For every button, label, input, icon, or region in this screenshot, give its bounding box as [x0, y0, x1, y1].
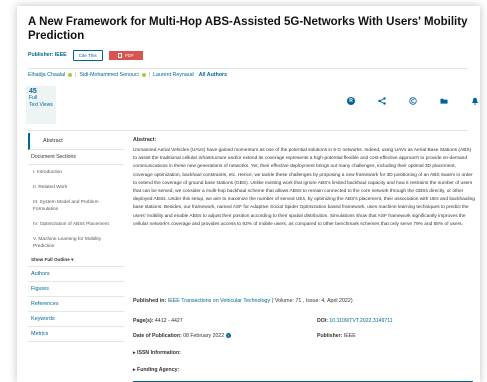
author-list: Elhadja Chaalal | Sidi-Mohammed Senouci …	[28, 72, 228, 78]
cite-this-button[interactable]: Cite This	[72, 49, 103, 61]
sidebar-item-references[interactable]: References	[28, 297, 124, 312]
bell-icon[interactable]	[471, 97, 479, 105]
issn-information-toggle[interactable]: ▸ ISSN Information:	[133, 350, 181, 356]
abstract-text: Unmanned Aerial Vehicles (UAVs) have gai…	[133, 148, 475, 227]
views-count: 45	[29, 88, 37, 95]
abstract-heading: Abstract:	[133, 137, 157, 143]
divider	[28, 130, 468, 131]
copyright-icon[interactable]	[409, 97, 417, 105]
author-link[interactable]: Laurent Reynaud	[153, 72, 194, 78]
pdf-button[interactable]: PDF	[108, 50, 143, 60]
published-in: Published in: IEEE Transactions on Vehic…	[133, 298, 353, 304]
orcid-icon[interactable]	[68, 73, 73, 77]
article-page: A New Framework for Multi-Hop ABS-Assist…	[17, 6, 480, 382]
sidebar-section-link[interactable]: I. Introduction	[28, 165, 124, 180]
sidebar-item-keywords[interactable]: Keywords	[28, 312, 124, 327]
pdf-icon	[117, 52, 122, 58]
sidebar-section-link[interactable]: III. System Model and Problem Formulatio…	[28, 195, 124, 217]
sidebar-section-link[interactable]: II. Related Work	[28, 180, 124, 195]
help-icon[interactable]: ?	[225, 333, 231, 339]
doi-link[interactable]: 10.1109/TVT.2022.3149711	[329, 318, 392, 324]
sidebar-item-figures[interactable]: Figures	[28, 282, 124, 297]
author-link[interactable]: Sidi-Mohammed Senouci	[80, 72, 139, 78]
author-link[interactable]: Elhadja Chaalal	[28, 72, 65, 78]
ieee-r-icon[interactable]: R	[347, 97, 355, 105]
journal-link[interactable]: IEEE Transactions on Vehicular Technolog…	[168, 298, 270, 304]
sidebar-document-sections: Document Sections	[28, 150, 124, 165]
doi-label: DOI:	[317, 318, 328, 324]
sidebar-item-authors[interactable]: Authors	[28, 267, 124, 282]
show-full-outline-button[interactable]: Show Full Outline ▾	[28, 254, 124, 267]
article-title: A New Framework for Multi-Hop ABS-Assist…	[28, 16, 468, 42]
pages-label: Page(s):	[133, 318, 154, 324]
sidebar-section-link[interactable]: IV. Optimization of ABSs Placement	[28, 217, 124, 232]
funding-agency-toggle[interactable]: ▸ Funding Agency:	[133, 367, 179, 373]
journal-details: ( Volume: 71 , Issue: 4, April 2022)	[271, 298, 353, 304]
share-icon[interactable]	[378, 97, 386, 105]
publisher-row: Publisher: IEEE Cite This PDF	[28, 48, 143, 62]
folder-icon[interactable]	[440, 97, 448, 105]
orcid-icon[interactable]	[141, 73, 146, 77]
pdf-label: PDF	[124, 52, 134, 58]
views-label: Full	[29, 95, 38, 101]
all-authors-link[interactable]: All Authors	[199, 72, 227, 78]
pages-value: 4412 - 4427	[154, 318, 183, 324]
divider	[28, 68, 468, 69]
sidebar-section-link[interactable]: V. Machine Learning for Mobility Predict…	[28, 232, 124, 254]
publisher-value: IEEE	[343, 333, 356, 339]
full-text-views-badge[interactable]: 45 Full Text Views	[26, 86, 56, 124]
document-sidebar: Abstract Document Sections I. Introducti…	[28, 133, 124, 342]
date-value: 08 February 2022	[183, 333, 225, 339]
published-label: Published in:	[133, 298, 167, 304]
views-label: Text Views	[29, 102, 53, 108]
sidebar-item-metrics[interactable]: Metrics	[28, 327, 124, 342]
publisher-label: Publisher: IEEE	[28, 52, 67, 58]
article-toolbar: R	[347, 97, 479, 105]
abstract-section: Abstract: Unmanned Aerial Vehicles (UAVs…	[133, 137, 475, 229]
publisher-label: Publisher:	[317, 333, 343, 339]
date-label: Date of Publication:	[133, 333, 182, 339]
sidebar-item-abstract[interactable]: Abstract	[28, 133, 124, 150]
